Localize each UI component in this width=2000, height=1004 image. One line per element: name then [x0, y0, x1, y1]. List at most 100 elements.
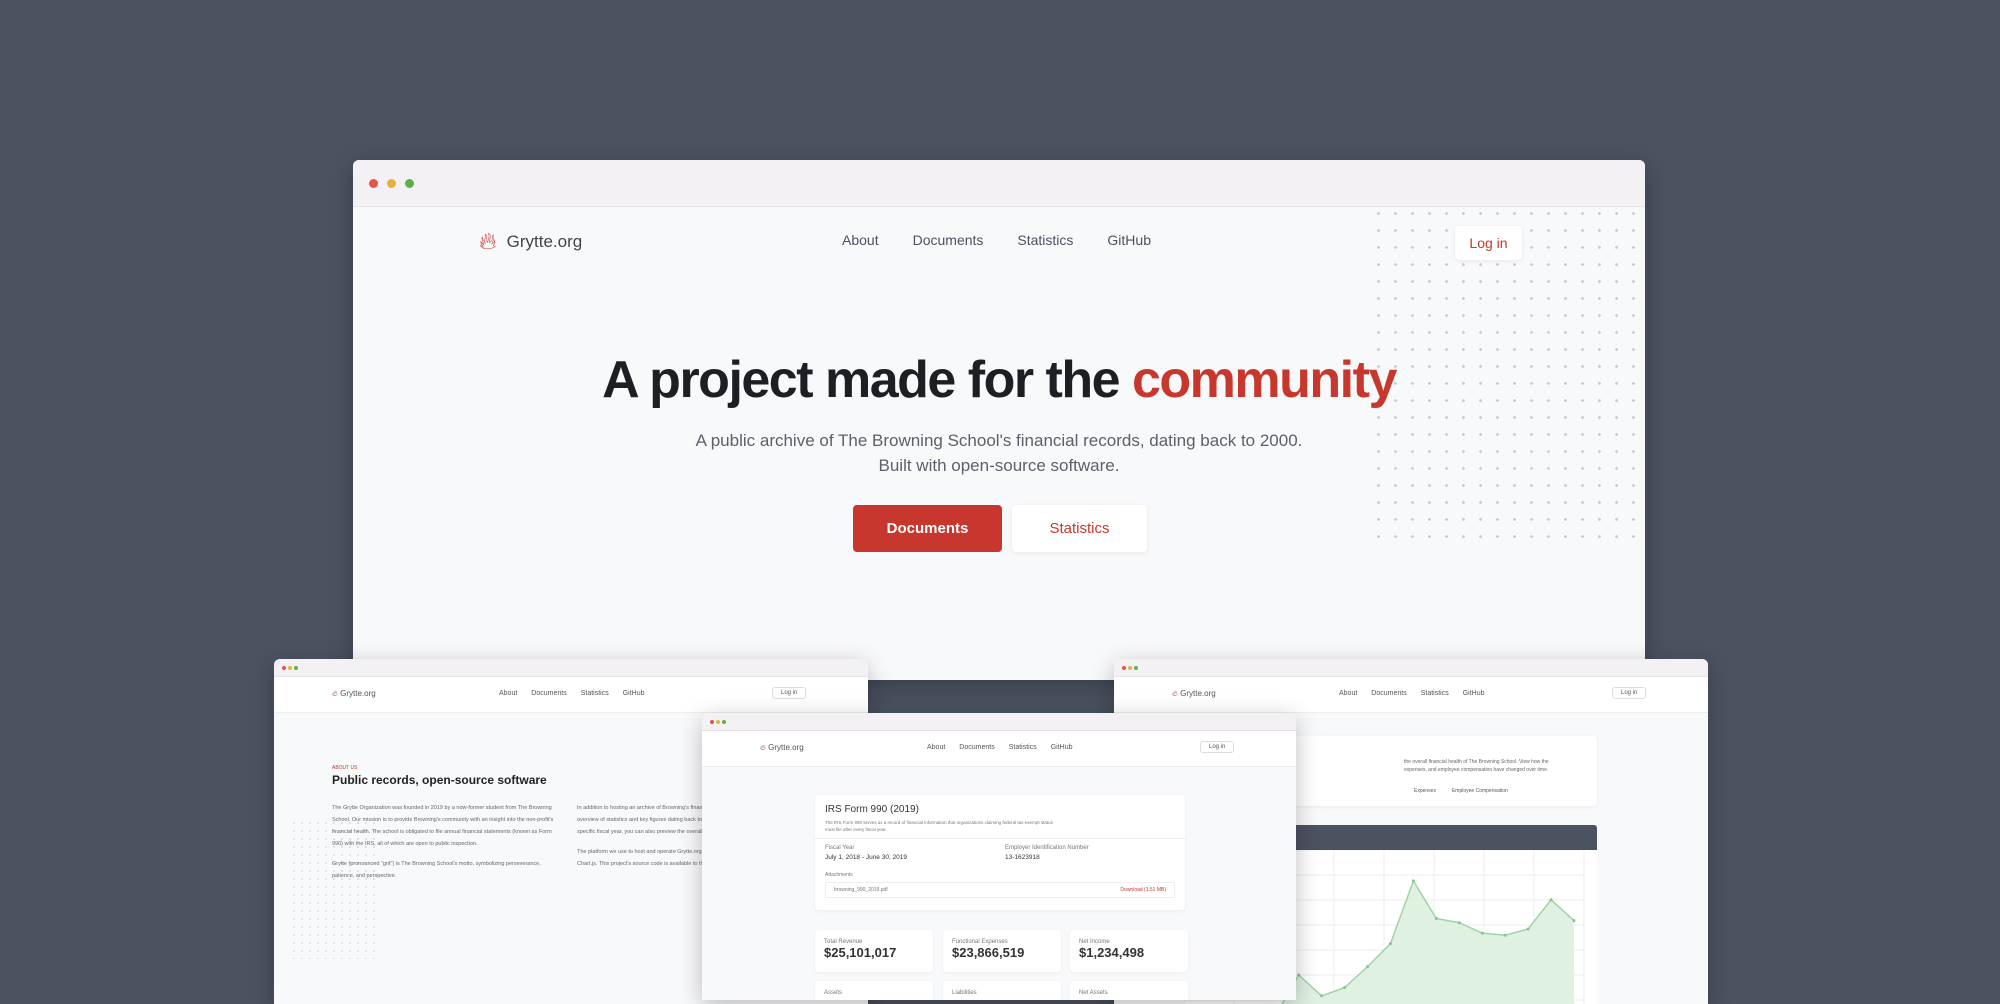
- about-paragraph-2: Grytte (pronounced "grit") is The Browni…: [332, 861, 541, 879]
- chart-point: [1320, 994, 1324, 998]
- nav-documents: Documents: [959, 744, 995, 751]
- fiscal-year-label: Fiscal Year: [825, 845, 855, 851]
- title-bar: [274, 659, 868, 677]
- document-title: IRS Form 990 (2019): [825, 804, 919, 815]
- close-dot: [710, 720, 714, 724]
- hero-title: A project made for the community: [353, 350, 1645, 410]
- subtitle-line-2: Built with open-source software.: [878, 456, 1120, 475]
- login-button: Log in: [1200, 741, 1235, 753]
- documents-button[interactable]: Documents: [853, 505, 1002, 552]
- chart-point: [1434, 917, 1438, 921]
- chart-point: [1366, 965, 1370, 969]
- nav-links: About Documents Statistics GitHub: [842, 232, 1151, 248]
- close-dot[interactable]: [369, 179, 378, 188]
- stat-label: Liabilities: [952, 990, 977, 996]
- logo[interactable]: 🔥︎ Grytte.org: [479, 228, 582, 256]
- nav-statistics[interactable]: Statistics: [1017, 232, 1073, 248]
- maximize-dot: [1134, 666, 1138, 670]
- minimize-dot: [1128, 666, 1132, 670]
- brand-name: Grytte.org: [340, 689, 376, 698]
- navbar: 🔥︎ Grytte.org About Documents Statistics Gi…: [1114, 677, 1708, 713]
- about-eyebrow: ABOUT US: [332, 765, 358, 771]
- nav-about: About: [1339, 690, 1358, 697]
- brand-name: Grytte.org: [768, 743, 804, 752]
- nav-github: GitHub: [1462, 690, 1485, 697]
- chart-point: [1572, 919, 1576, 923]
- nav-statistics: Statistics: [1420, 690, 1449, 697]
- ein-label: Employer Identification Number: [1005, 845, 1089, 851]
- chart-point: [1343, 986, 1347, 990]
- document-description: The IRS Form 990 serves as a record of f…: [825, 820, 1053, 832]
- document-card: IRS Form 990 (2019) The IRS Form 990 ser…: [815, 795, 1185, 910]
- hero-title-text: A project made for the: [602, 351, 1132, 409]
- flame-icon: 🔥︎: [1172, 689, 1178, 698]
- brand-name: Grytte.org: [1180, 689, 1216, 698]
- chart-point: [1503, 933, 1507, 937]
- minimize-dot[interactable]: [387, 179, 396, 188]
- attachment-filename[interactable]: browning_990_2019.pdf: [834, 887, 888, 893]
- stat-label: Assets: [824, 990, 843, 996]
- stat-label: Net Assets: [1079, 990, 1108, 996]
- maximize-dot[interactable]: [405, 179, 414, 188]
- nav-statistics: Statistics: [1008, 744, 1037, 751]
- stat-card: Total Revenue $25,101,017: [815, 930, 933, 972]
- title-bar: [702, 713, 1296, 731]
- subtitle-line-1: A public archive of The Browning School'…: [695, 431, 1303, 450]
- ein-value: 13-1623918: [1005, 854, 1040, 861]
- nav-documents: Documents: [531, 690, 567, 697]
- main-browser-window: 🔥︎ Grytte.org About Documents Statistics…: [353, 160, 1645, 680]
- chart-point: [1549, 898, 1553, 902]
- maximize-dot: [722, 720, 726, 724]
- login-button[interactable]: Log in: [1455, 226, 1522, 260]
- nav-documents[interactable]: Documents: [913, 232, 984, 248]
- chart-point: [1297, 973, 1301, 977]
- tab-expenses: Expenses: [1414, 788, 1436, 794]
- stat-card: Assets: [815, 981, 933, 1000]
- stat-card: Functional Expenses $23,866,519: [943, 930, 1061, 972]
- stat-card: Net Income $1,234,498: [1070, 930, 1188, 972]
- about-paragraph-1: The Grytte Organization was founded in 2…: [332, 805, 554, 847]
- title-bar: [353, 160, 1645, 207]
- statistics-button[interactable]: Statistics: [1012, 505, 1147, 552]
- close-dot: [282, 666, 286, 670]
- hero-title-highlight: community: [1132, 351, 1397, 409]
- login-button: Log in: [1612, 687, 1647, 699]
- stat-card: Net Assets: [1070, 981, 1188, 1000]
- minimize-dot: [716, 720, 720, 724]
- nav-documents: Documents: [1371, 690, 1407, 697]
- nav-github[interactable]: GitHub: [1107, 232, 1151, 248]
- chart-point: [1526, 927, 1530, 931]
- maximize-dot: [294, 666, 298, 670]
- stat-value: $25,101,017: [824, 945, 897, 960]
- stat-value: $23,866,519: [952, 945, 1025, 960]
- document-page-preview: 🔥︎ Grytte.org About Documents Statistics Gi…: [702, 713, 1296, 1000]
- hero-subtitle: A public archive of The Browning School'…: [353, 428, 1645, 478]
- download-link[interactable]: Download (1.51 MB): [1120, 887, 1166, 893]
- nav-about[interactable]: About: [842, 232, 879, 248]
- flame-icon: 🔥︎: [760, 743, 766, 752]
- login-button: Log in: [772, 687, 807, 699]
- flame-icon: 🔥︎: [332, 689, 338, 698]
- navbar: 🔥︎ Grytte.org About Documents Statistics Gi…: [702, 731, 1296, 767]
- nav-github: GitHub: [1050, 744, 1073, 751]
- flame-icon: 🔥︎: [479, 228, 497, 255]
- chart-point: [1457, 921, 1461, 925]
- close-dot: [1122, 666, 1126, 670]
- nav-github: GitHub: [622, 690, 645, 697]
- stat-value: $1,234,498: [1079, 945, 1145, 960]
- statistics-description-1: the overall financial health of The Brow…: [1404, 759, 1549, 765]
- attachments-label: Attachments: [825, 872, 853, 878]
- navbar: 🔥︎ Grytte.org About Documents Statistics Gi…: [274, 677, 868, 713]
- nav-about: About: [499, 690, 518, 697]
- about-title: Public records, open-source software: [332, 773, 547, 787]
- title-bar: [1114, 659, 1708, 677]
- chart-point: [1480, 931, 1484, 935]
- tab-employee-compensation: Employee Compensation: [1451, 788, 1508, 794]
- nav-statistics: Statistics: [580, 690, 609, 697]
- chart-point: [1411, 879, 1415, 883]
- chart-point: [1388, 942, 1392, 946]
- statistics-description-2: expenses, and employee compensation have…: [1404, 767, 1549, 773]
- fiscal-year-value: July 1, 2018 - June 30, 2019: [825, 854, 908, 861]
- stat-card: Liabilities: [943, 981, 1061, 1000]
- brand-name: Grytte.org: [506, 232, 583, 251]
